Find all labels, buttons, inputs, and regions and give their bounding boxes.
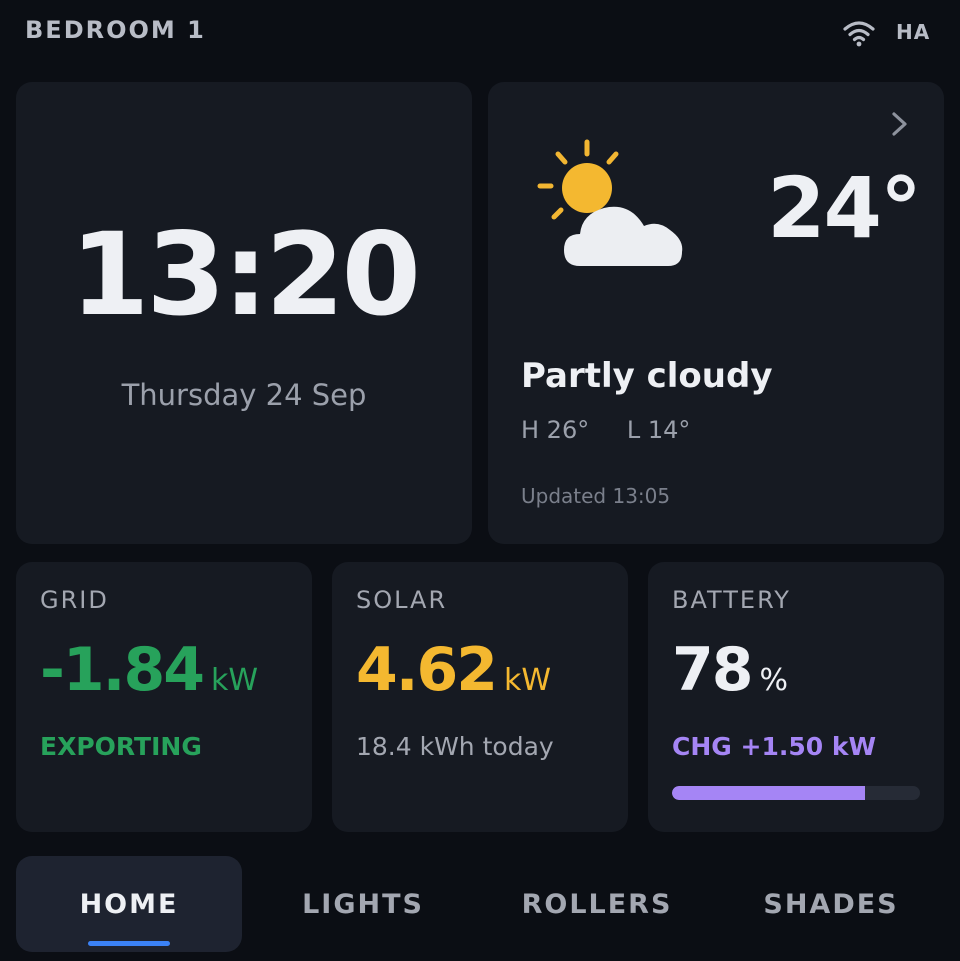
weather-temperature: 24° (767, 159, 922, 257)
solar-card[interactable]: SOLAR 4.62 kW 18.4 kWh today (332, 562, 628, 832)
tab-home[interactable]: HOME (16, 856, 242, 952)
room-title: BEDROOM 1 (25, 16, 206, 44)
tab-home-label: HOME (79, 888, 179, 920)
chevron-right-icon[interactable] (888, 110, 912, 138)
tab-rollers[interactable]: ROLLERS (484, 856, 710, 952)
weather-high: H 26° (521, 416, 590, 444)
top-bar: BEDROOM 1 HA (0, 0, 960, 70)
grid-value: -1.84 (40, 635, 205, 705)
weather-updated-time: Updated 13:05 (521, 484, 671, 508)
solar-value: 4.62 (356, 635, 498, 705)
battery-card[interactable]: BATTERY 78% CHG +1.50 kW (648, 562, 944, 832)
tab-lights[interactable]: LIGHTS (250, 856, 476, 952)
tab-lights-label: LIGHTS (302, 888, 424, 920)
grid-label: GRID (40, 586, 109, 614)
battery-label: BATTERY (672, 586, 791, 614)
partly-cloudy-icon (534, 138, 694, 274)
weather-card[interactable]: 24° Partly cloudy H 26° L 14° Updated 13… (488, 82, 944, 544)
grid-card[interactable]: GRID -1.84 kW EXPORTING (16, 562, 312, 832)
weather-low: L 14° (626, 416, 691, 444)
active-tab-indicator (88, 941, 170, 946)
weather-condition: Partly cloudy (521, 356, 773, 396)
tab-rollers-label: ROLLERS (521, 888, 673, 920)
battery-unit: % (759, 663, 789, 698)
battery-value-row: 78% (672, 640, 788, 700)
clock-card: 13:20 Thursday 24 Sep (16, 82, 472, 544)
tab-shades[interactable]: SHADES (718, 856, 944, 952)
battery-level-bar (672, 786, 920, 800)
battery-level-fill (672, 786, 866, 800)
solar-unit: kW (504, 663, 552, 698)
clock-date: Thursday 24 Sep (121, 378, 367, 412)
grid-unit: kW (210, 663, 258, 698)
tab-shades-label: SHADES (763, 888, 899, 920)
battery-status: CHG +1.50 kW (672, 732, 877, 761)
grid-value-row: -1.84 kW (40, 640, 258, 700)
battery-value: 78 (672, 635, 753, 705)
home-assistant-label: HA (896, 20, 931, 44)
weather-high-low: H 26° L 14° (521, 416, 720, 444)
bottom-nav: HOME LIGHTS ROLLERS SHADES (16, 856, 944, 952)
solar-label: SOLAR (356, 586, 448, 614)
grid-status: EXPORTING (40, 732, 202, 761)
wifi-icon (842, 18, 876, 48)
solar-today: 18.4 kWh today (356, 732, 554, 761)
clock-time: 13:20 (70, 208, 421, 341)
solar-value-row: 4.62 kW (356, 640, 551, 700)
